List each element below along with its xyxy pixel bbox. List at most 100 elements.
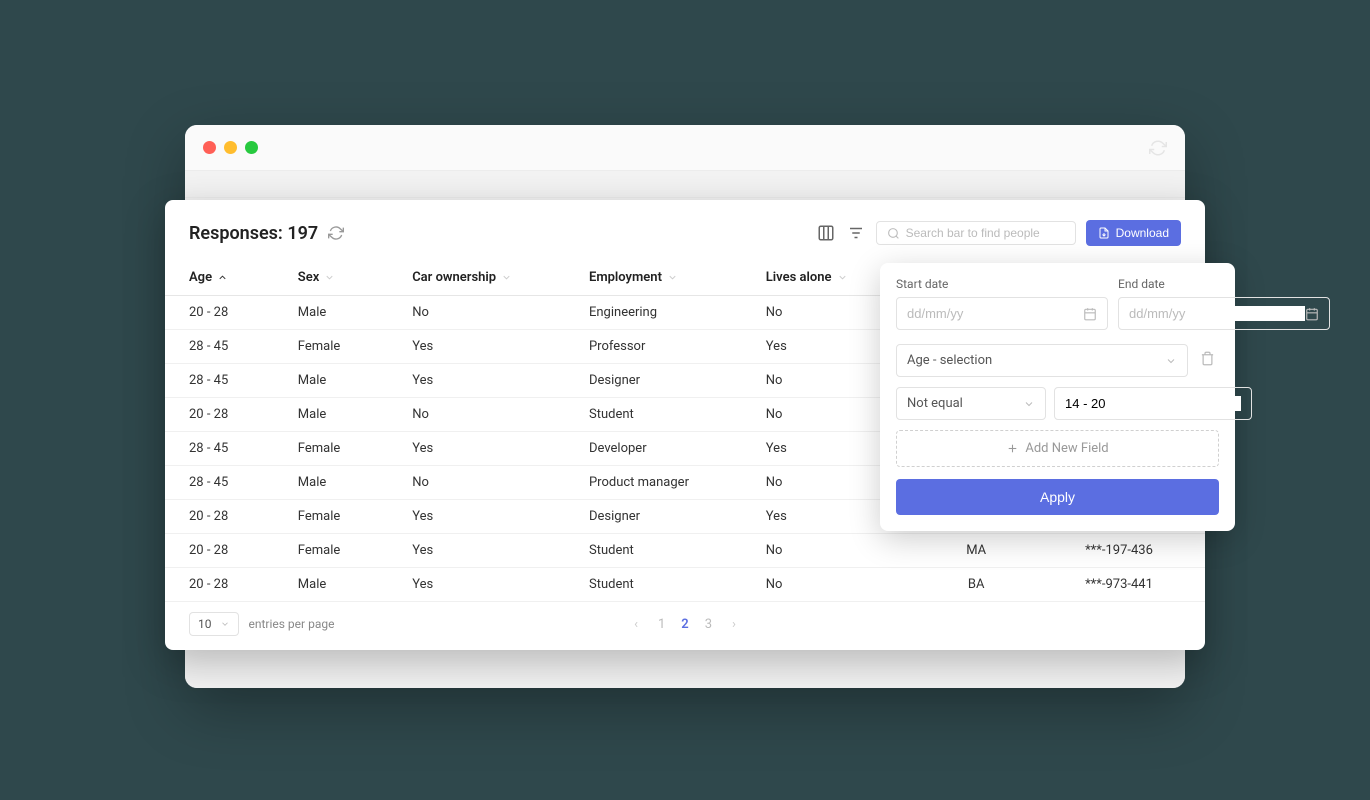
search-bar[interactable] (876, 221, 1076, 245)
page-number[interactable]: 1 (654, 615, 669, 634)
filter-panel: Start date End date Age - selection Not … (880, 263, 1235, 531)
page-prev[interactable]: ‹ (630, 615, 642, 634)
add-field-label: Add New Field (1025, 441, 1108, 456)
column-label: Age (189, 270, 212, 285)
table-row[interactable]: 20 - 28MaleYesStudentNoBA***-973-441 (165, 568, 1205, 602)
sort-asc-icon (217, 272, 228, 283)
close-window-button[interactable] (203, 141, 216, 154)
entries-per-page-select[interactable]: 10 (189, 612, 239, 636)
chevron-down-icon (837, 272, 848, 283)
column-header[interactable]: Sex (290, 260, 404, 296)
table-cell: 28 - 45 (165, 466, 290, 500)
filter-icon[interactable] (846, 223, 866, 243)
table-cell: Female (290, 330, 404, 364)
table-cell: ***-973-441 (1049, 568, 1205, 602)
table-cell: Designer (581, 500, 758, 534)
start-date-input[interactable] (896, 297, 1108, 330)
page-title: Responses: 197 (189, 223, 318, 244)
entries-value: 10 (198, 617, 212, 631)
end-date-field[interactable] (1129, 306, 1305, 321)
table-cell: No (404, 398, 581, 432)
download-label: Download (1116, 226, 1169, 240)
table-cell: Student (581, 398, 758, 432)
column-header[interactable]: Age (165, 260, 290, 296)
filter-operator-select[interactable]: Not equal (896, 387, 1046, 420)
column-label: Sex (298, 270, 320, 285)
filter-operator-row: Not equal (896, 387, 1219, 420)
table-footer: 10 entries per page ‹ 123 › (165, 602, 1205, 636)
chevron-down-icon (324, 272, 335, 283)
table-cell: Developer (581, 432, 758, 466)
table-cell: Student (581, 534, 758, 568)
table-cell: 20 - 28 (165, 296, 290, 330)
filter-value-field[interactable] (1065, 396, 1241, 411)
columns-icon[interactable] (816, 223, 836, 243)
delete-filter-button[interactable] (1196, 347, 1219, 374)
table-cell: Female (290, 500, 404, 534)
filter-field-row: Age - selection (896, 344, 1219, 377)
chevron-down-icon (1023, 398, 1035, 410)
table-cell: MA (903, 534, 1049, 568)
chevron-down-icon (667, 272, 678, 283)
page-number[interactable]: 3 (701, 615, 716, 634)
table-cell: Yes (404, 568, 581, 602)
table-cell: BA (903, 568, 1049, 602)
browser-toolbar (185, 170, 1185, 198)
table-cell: Male (290, 364, 404, 398)
calendar-icon (1305, 307, 1319, 321)
table-cell: Yes (404, 432, 581, 466)
start-date-field[interactable] (907, 306, 1083, 321)
calendar-icon (1083, 307, 1097, 321)
table-cell: Yes (404, 534, 581, 568)
table-cell: Product manager (581, 466, 758, 500)
add-filter-field-button[interactable]: Add New Field (896, 430, 1219, 467)
table-cell: No (404, 296, 581, 330)
search-input[interactable] (906, 226, 1065, 240)
column-label: Car ownership (412, 270, 496, 285)
filter-value-input[interactable] (1054, 387, 1252, 420)
column-header[interactable]: Car ownership (404, 260, 581, 296)
minimize-window-button[interactable] (224, 141, 237, 154)
table-cell: Female (290, 432, 404, 466)
table-cell: 20 - 28 (165, 568, 290, 602)
table-cell: 20 - 28 (165, 500, 290, 534)
apply-filter-button[interactable]: Apply (896, 479, 1219, 515)
search-icon (887, 227, 900, 240)
page-number[interactable]: 2 (677, 615, 692, 634)
page-next[interactable]: › (728, 615, 740, 634)
start-date-label: Start date (896, 277, 1108, 291)
table-cell: Male (290, 398, 404, 432)
chevron-down-icon (501, 272, 512, 283)
table-cell: 28 - 45 (165, 330, 290, 364)
refresh-icon[interactable] (328, 225, 344, 241)
card-header: Responses: 197 Download (165, 220, 1205, 260)
column-label: Lives alone (766, 270, 832, 285)
table-cell: ***-197-436 (1049, 534, 1205, 568)
table-cell: 20 - 28 (165, 534, 290, 568)
table-row[interactable]: 20 - 28FemaleYesStudentNoMA***-197-436 (165, 534, 1205, 568)
header-actions: Download (816, 220, 1181, 246)
table-cell: No (758, 534, 904, 568)
column-header[interactable]: Employment (581, 260, 758, 296)
table-cell: Male (290, 568, 404, 602)
chevron-down-icon (220, 619, 230, 629)
pagination: ‹ 123 › (630, 613, 740, 636)
table-cell: Yes (404, 330, 581, 364)
end-date-label: End date (1118, 277, 1330, 291)
end-date-input[interactable] (1118, 297, 1330, 330)
loading-icon (1149, 139, 1167, 157)
column-label: Employment (589, 270, 662, 285)
date-range-row: Start date End date (896, 277, 1219, 330)
table-cell: Engineering (581, 296, 758, 330)
table-cell: Designer (581, 364, 758, 398)
download-button[interactable]: Download (1086, 220, 1181, 246)
table-cell: Student (581, 568, 758, 602)
table-cell: Male (290, 466, 404, 500)
table-cell: Professor (581, 330, 758, 364)
filter-operator-value: Not equal (907, 396, 963, 411)
pagination-pages: 123 (650, 613, 720, 636)
traffic-lights (203, 141, 258, 154)
filter-field-select[interactable]: Age - selection (896, 344, 1188, 377)
maximize-window-button[interactable] (245, 141, 258, 154)
table-cell: Yes (404, 364, 581, 398)
